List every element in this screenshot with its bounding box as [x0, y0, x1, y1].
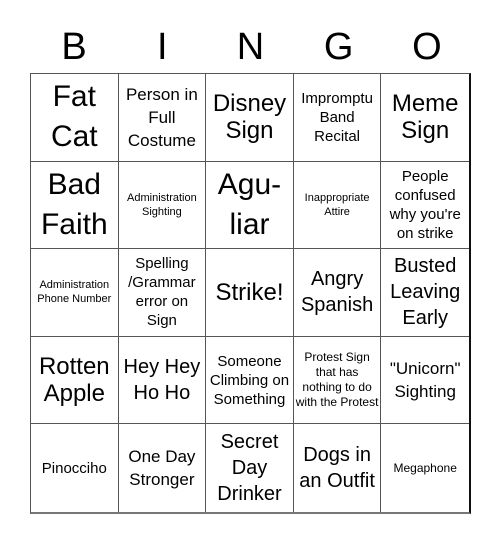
bingo-cell[interactable]: Agu-liar: [206, 161, 294, 250]
bingo-cell[interactable]: Person in Full Costume: [118, 74, 207, 162]
bingo-cell[interactable]: People confused why you're on strike: [381, 162, 469, 250]
cell-label: Megaphone: [393, 460, 457, 475]
cell-label: People confused why you're on strike: [389, 167, 461, 242]
cell-label: Someone Climbing on Something: [209, 352, 290, 408]
bingo-cell[interactable]: Pinocciho: [31, 424, 119, 512]
cell-label: Protest Sign that has nothing to do with…: [295, 350, 379, 410]
bingo-cell[interactable]: Megaphone: [381, 424, 469, 512]
bingo-cell[interactable]: Hey Hey Ho Ho: [118, 336, 207, 425]
cell-label: One Day Stronger: [128, 447, 196, 490]
header-letter-i: I: [157, 26, 168, 68]
bingo-cell[interactable]: Meme Sign: [381, 74, 469, 162]
cell-label: Administration Phone Number: [37, 279, 112, 306]
bingo-cell[interactable]: Fat Cat: [31, 74, 119, 162]
cell-label: Inappropriate Attire: [304, 191, 370, 218]
header-letter-b: B: [61, 26, 87, 68]
cell-label: Meme Sign: [391, 90, 459, 145]
cell-label: Busted Leaving Early: [390, 255, 461, 330]
cell-label: Agu-liar: [217, 167, 282, 241]
cell-label: Disney Sign: [212, 90, 287, 145]
bingo-cell[interactable]: Rotten Apple: [31, 336, 119, 425]
bingo-cell[interactable]: Administration Sighting: [118, 161, 207, 250]
cell-label: Person in Full Costume: [125, 84, 198, 150]
bingo-cell[interactable]: Disney Sign: [206, 74, 294, 162]
cell-label: Rotten Apple: [38, 353, 110, 408]
cell-label: Spelling /Grammar error on Sign: [128, 255, 196, 330]
bingo-cell[interactable]: Impromptu Band Recital: [293, 74, 382, 162]
bingo-cell[interactable]: Strike!: [206, 249, 294, 337]
bingo-cell[interactable]: Administration Phone Number: [31, 249, 119, 337]
bingo-cell[interactable]: Dogs in an Outfit: [294, 424, 382, 512]
cell-label: Angry Spanish: [300, 268, 374, 317]
header-letter-g: G: [323, 26, 354, 68]
cell-label: Bad Faith: [40, 167, 108, 241]
bingo-card-grid: Fat Cat Person in Full Costume Disney Si…: [30, 73, 471, 514]
cell-label: Impromptu Band Recital: [301, 89, 373, 145]
bingo-cell[interactable]: Inappropriate Attire: [293, 161, 382, 250]
cell-label: Administration Sighting: [127, 191, 197, 218]
cell-label: Hey Hey Ho Ho: [123, 356, 201, 405]
bingo-cell[interactable]: Spelling /Grammar error on Sign: [118, 249, 207, 337]
cell-label: Fat Cat: [50, 80, 98, 154]
bingo-cell[interactable]: One Day Stronger: [119, 424, 207, 512]
cell-label: Dogs in an Outfit: [299, 444, 375, 493]
header-letter-n: N: [236, 26, 265, 68]
bingo-cell[interactable]: "Unicorn" Sighting: [381, 337, 469, 425]
bingo-cell[interactable]: Angry Spanish: [293, 249, 382, 337]
bingo-cell[interactable]: Secret Day Drinker: [206, 424, 294, 512]
cell-label: Strike!: [215, 278, 284, 306]
cell-label: "Unicorn" Sighting: [389, 359, 461, 402]
bingo-cell[interactable]: Protest Sign that has nothing to do with…: [293, 336, 382, 425]
bingo-cell[interactable]: Busted Leaving Early: [381, 249, 469, 337]
cell-label: Secret Day Drinker: [217, 431, 282, 506]
bingo-cell[interactable]: Bad Faith: [31, 161, 119, 250]
bingo-header: B I N G O: [30, 22, 471, 72]
cell-label: Pinocciho: [41, 459, 107, 477]
bingo-cell[interactable]: Someone Climbing on Something: [206, 336, 294, 425]
header-letter-o: O: [412, 26, 442, 68]
